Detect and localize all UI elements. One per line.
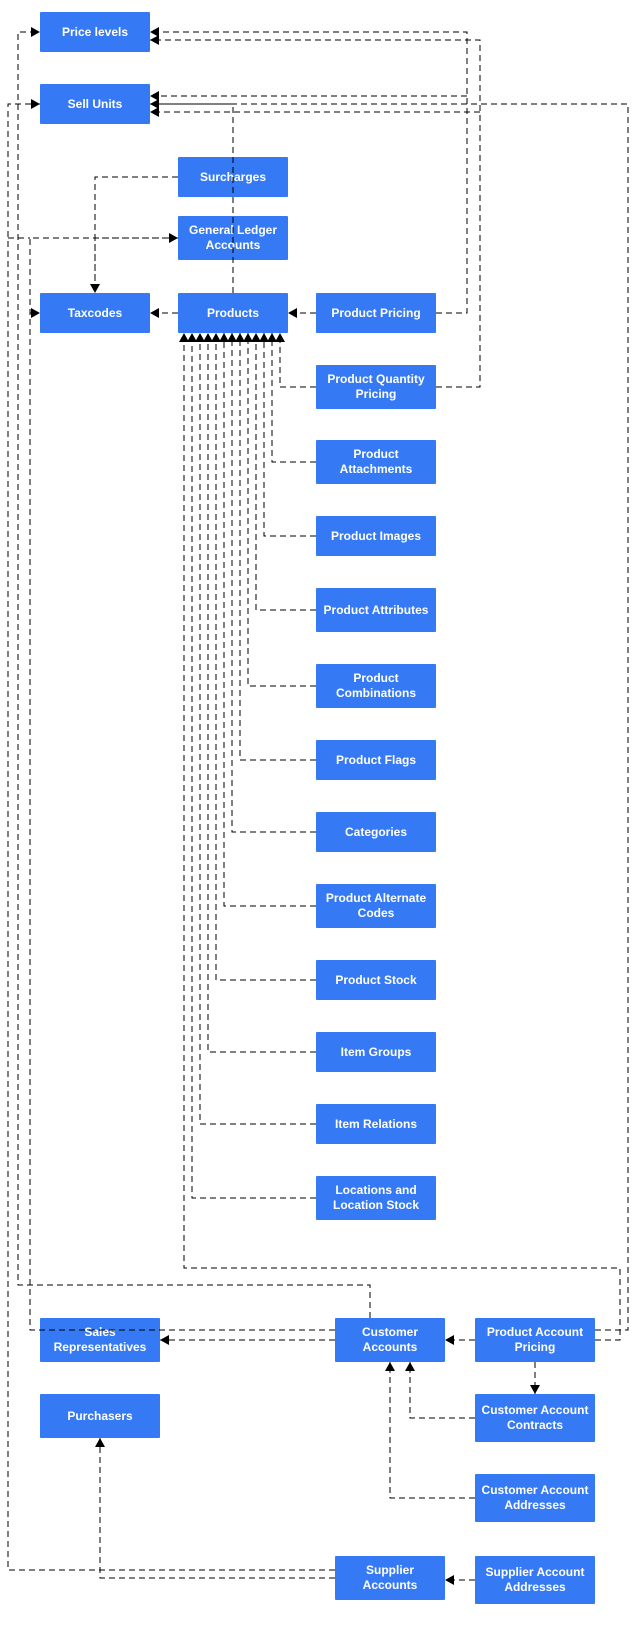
- node-sell-units: Sell Units: [40, 84, 150, 124]
- node-customer-addresses: Customer Account Addresses: [475, 1474, 595, 1522]
- node-product-stock: Product Stock: [316, 960, 436, 1000]
- node-product-alt-codes: Product Alternate Codes: [316, 884, 436, 928]
- node-product-attributes: Product Attributes: [316, 588, 436, 632]
- node-sales-reps: Sales Representatives: [40, 1318, 160, 1362]
- node-products: Products: [178, 293, 288, 333]
- node-taxcodes: Taxcodes: [40, 293, 150, 333]
- node-categories: Categories: [316, 812, 436, 852]
- node-product-combinations: Product Combinations: [316, 664, 436, 708]
- node-product-account-pricing: Product Account Pricing: [475, 1318, 595, 1362]
- node-item-groups: Item Groups: [316, 1032, 436, 1072]
- node-product-attachments: Product Attachments: [316, 440, 436, 484]
- node-surcharges: Surcharges: [178, 157, 288, 197]
- node-price-levels: Price levels: [40, 12, 150, 52]
- node-gl-accounts: General Ledger Accounts: [178, 216, 288, 260]
- node-product-flags: Product Flags: [316, 740, 436, 780]
- node-supplier-addresses: Supplier Account Addresses: [475, 1556, 595, 1604]
- node-locations-stock: Locations and Location Stock: [316, 1176, 436, 1220]
- node-product-pricing: Product Pricing: [316, 293, 436, 333]
- node-supplier-accounts: Supplier Accounts: [335, 1556, 445, 1600]
- node-item-relations: Item Relations: [316, 1104, 436, 1144]
- node-customer-contracts: Customer Account Contracts: [475, 1394, 595, 1442]
- node-customer-accounts: Customer Accounts: [335, 1318, 445, 1362]
- node-product-images: Product Images: [316, 516, 436, 556]
- node-product-qty-pricing: Product Quantity Pricing: [316, 365, 436, 409]
- node-purchasers: Purchasers: [40, 1394, 160, 1438]
